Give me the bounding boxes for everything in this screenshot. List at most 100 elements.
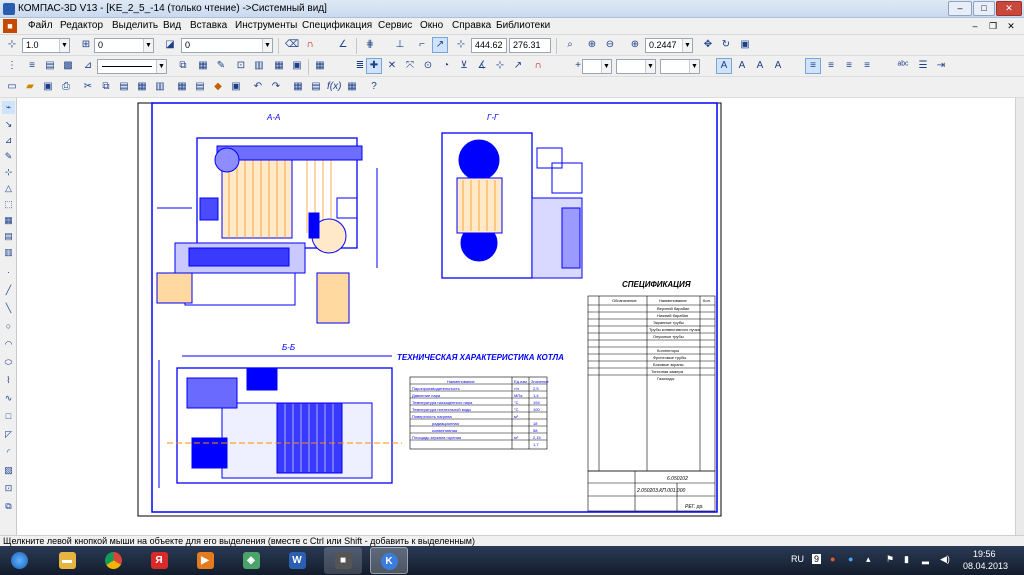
cursor-icon[interactable]: ⋮ bbox=[4, 58, 20, 74]
designation-icon[interactable]: ⊿ bbox=[2, 134, 15, 147]
chevron-down-icon[interactable]: ▼ bbox=[59, 39, 69, 52]
properties-icon[interactable]: ▣ bbox=[228, 79, 244, 95]
cut-icon[interactable]: ✂ bbox=[80, 79, 96, 95]
indent-icon[interactable]: ⇥ bbox=[933, 58, 949, 74]
menu-service[interactable]: Сервис bbox=[378, 20, 412, 31]
open-folder-icon[interactable]: ▰ bbox=[22, 79, 38, 95]
manager-icon[interactable]: ▦ bbox=[174, 79, 190, 95]
spec-icon[interactable]: ▤ bbox=[2, 230, 15, 243]
chevron-down-icon[interactable]: ▼ bbox=[645, 60, 655, 73]
measure-icon[interactable]: △ bbox=[2, 182, 15, 195]
text-underline-icon[interactable]: A bbox=[752, 58, 768, 74]
taskbar-game[interactable]: ■ bbox=[324, 547, 362, 574]
menu-select[interactable]: Выделить bbox=[112, 20, 158, 31]
geometry-icon[interactable]: ⌁ bbox=[2, 101, 15, 114]
segment-icon[interactable]: ╲ bbox=[2, 302, 15, 315]
chevron-down-icon[interactable]: ▼ bbox=[689, 60, 699, 73]
hatch-area-icon[interactable]: ▧ bbox=[2, 464, 15, 477]
zoom-field[interactable]: 0.2447 ▼ bbox=[645, 38, 693, 53]
global-snap-icon[interactable]: ∩ bbox=[530, 58, 546, 74]
edit-icon[interactable]: ✎ bbox=[2, 150, 15, 163]
local-cs-icon[interactable]: ⊥ bbox=[392, 37, 408, 53]
menu-file[interactable]: Файл bbox=[28, 20, 53, 31]
taskbar-word[interactable]: W bbox=[278, 547, 316, 574]
zoom-out-icon[interactable]: ⊖ bbox=[602, 37, 618, 53]
select-icon[interactable]: ⬚ bbox=[2, 198, 15, 211]
doc-minimize-icon[interactable]: – bbox=[968, 19, 982, 33]
tray-battery-icon[interactable]: ▮ bbox=[904, 554, 909, 565]
cursor-coord-icon[interactable]: ↗ bbox=[432, 37, 448, 53]
zoom-window-icon[interactable]: ⊕ bbox=[584, 37, 600, 53]
text-strike-icon[interactable]: A bbox=[770, 58, 786, 74]
layer-field[interactable]: 0 ▼ bbox=[94, 38, 154, 53]
clock-time[interactable]: 19:56 bbox=[973, 549, 996, 559]
grid-icon[interactable]: ⋕ bbox=[362, 37, 378, 53]
hatch-icon[interactable]: ▤ bbox=[42, 58, 58, 74]
text-color-field[interactable]: ▼ bbox=[660, 59, 700, 74]
document-icon[interactable]: ■ bbox=[3, 19, 17, 33]
snap-quadrant-icon[interactable]: ◔ bbox=[438, 58, 454, 74]
tree-icon[interactable]: ▤ bbox=[308, 79, 324, 95]
line-style-field[interactable]: ▼ bbox=[97, 59, 167, 74]
close-button[interactable]: ✕ bbox=[996, 1, 1022, 16]
snap-center-icon[interactable]: ⊙ bbox=[420, 58, 436, 74]
new-doc-icon[interactable]: ▭ bbox=[4, 79, 20, 95]
copy-icon[interactable]: ⧉ bbox=[98, 79, 114, 95]
snap-midpoint-icon[interactable]: ⊻ bbox=[456, 58, 472, 74]
insert-icon[interactable]: ⊡ bbox=[233, 58, 249, 74]
associative-icon[interactable]: ▦ bbox=[2, 214, 15, 227]
text-bold-icon[interactable]: A bbox=[716, 58, 732, 74]
display-mode-icon[interactable]: ▣ bbox=[737, 37, 753, 53]
spellcheck-icon[interactable]: ᵃᵇᶜ bbox=[895, 58, 911, 74]
doc-close-icon[interactable]: ✕ bbox=[1004, 19, 1018, 33]
taskbar-app[interactable]: ◈ bbox=[232, 547, 270, 574]
tray-flag-icon[interactable]: ⚑ bbox=[886, 554, 894, 565]
function-icon[interactable]: f(x) bbox=[326, 79, 342, 95]
copy-props-icon[interactable]: ⧉ bbox=[175, 58, 191, 74]
list-icon[interactable]: ☰ bbox=[915, 58, 931, 74]
library-icon[interactable]: ◆ bbox=[210, 79, 226, 95]
zoom-fit-icon[interactable]: ⌕ bbox=[562, 37, 578, 53]
doc-restore-icon[interactable]: ❐ bbox=[986, 19, 1000, 33]
line-style-icon[interactable]: ≡ bbox=[24, 58, 40, 74]
coord-y-field[interactable]: 276.31 bbox=[509, 38, 551, 53]
fillet-icon[interactable]: ◜ bbox=[2, 446, 15, 459]
table-icon[interactable]: ▦ bbox=[344, 79, 360, 95]
refresh-icon[interactable]: ↻ bbox=[718, 37, 734, 53]
language-indicator[interactable]: RU bbox=[791, 554, 804, 564]
undo-icon[interactable]: ↶ bbox=[250, 79, 266, 95]
step-field[interactable]: 1.0 ▼ bbox=[22, 38, 70, 53]
font-field[interactable]: ▼ bbox=[582, 59, 612, 74]
menu-view[interactable]: Вид bbox=[163, 20, 181, 31]
point-icon[interactable]: · bbox=[2, 266, 15, 279]
start-button[interactable] bbox=[0, 547, 38, 574]
drawing-canvas[interactable]: А-А Г-Г Б-Б ТЕХНИЧЕСКАЯ ХАРАКТЕРИСТИКА К… bbox=[17, 98, 1020, 535]
chevron-down-icon[interactable]: ▼ bbox=[601, 60, 611, 73]
line-type-icon[interactable]: ⊿ bbox=[80, 58, 96, 74]
paste-special-icon[interactable]: ▥ bbox=[152, 79, 168, 95]
menu-tools[interactable]: Инструменты bbox=[235, 20, 297, 31]
tray-volume-icon[interactable]: ◀) bbox=[940, 554, 950, 565]
copy-format-icon[interactable]: ▦ bbox=[134, 79, 150, 95]
eraser-icon[interactable]: ⌫ bbox=[284, 37, 300, 53]
variables-icon[interactable]: ▦ bbox=[290, 79, 306, 95]
coord-x-field[interactable]: 444.62 bbox=[471, 38, 507, 53]
chamfer-icon[interactable]: ◸ bbox=[2, 428, 15, 441]
snap-nearest-icon[interactable]: ⤧ bbox=[402, 58, 418, 74]
menu-editor[interactable]: Редактор bbox=[60, 20, 103, 31]
menu-insert[interactable]: Вставка bbox=[190, 20, 227, 31]
hatch-tool-icon[interactable]: ▥ bbox=[251, 58, 267, 74]
pan-icon[interactable]: ✥ bbox=[700, 37, 716, 53]
equidistant-icon[interactable]: ⧉ bbox=[2, 500, 15, 513]
spline-icon[interactable]: ∿ bbox=[2, 392, 15, 405]
help-pointer-icon[interactable]: ? bbox=[366, 79, 382, 95]
calc-icon[interactable]: ▦ bbox=[312, 58, 328, 74]
vertical-scrollbar[interactable] bbox=[1015, 98, 1024, 535]
chevron-down-icon[interactable]: ▼ bbox=[156, 60, 166, 73]
snap-tangent-icon[interactable]: ⊹ bbox=[492, 58, 508, 74]
align-center-icon[interactable]: ≡ bbox=[823, 58, 839, 74]
layer-icon[interactable]: ⊞ bbox=[78, 37, 94, 53]
menu-specification[interactable]: Спецификация bbox=[302, 20, 372, 31]
step-icon[interactable]: ⊹ bbox=[4, 37, 20, 53]
minimize-button[interactable]: – bbox=[948, 1, 972, 16]
